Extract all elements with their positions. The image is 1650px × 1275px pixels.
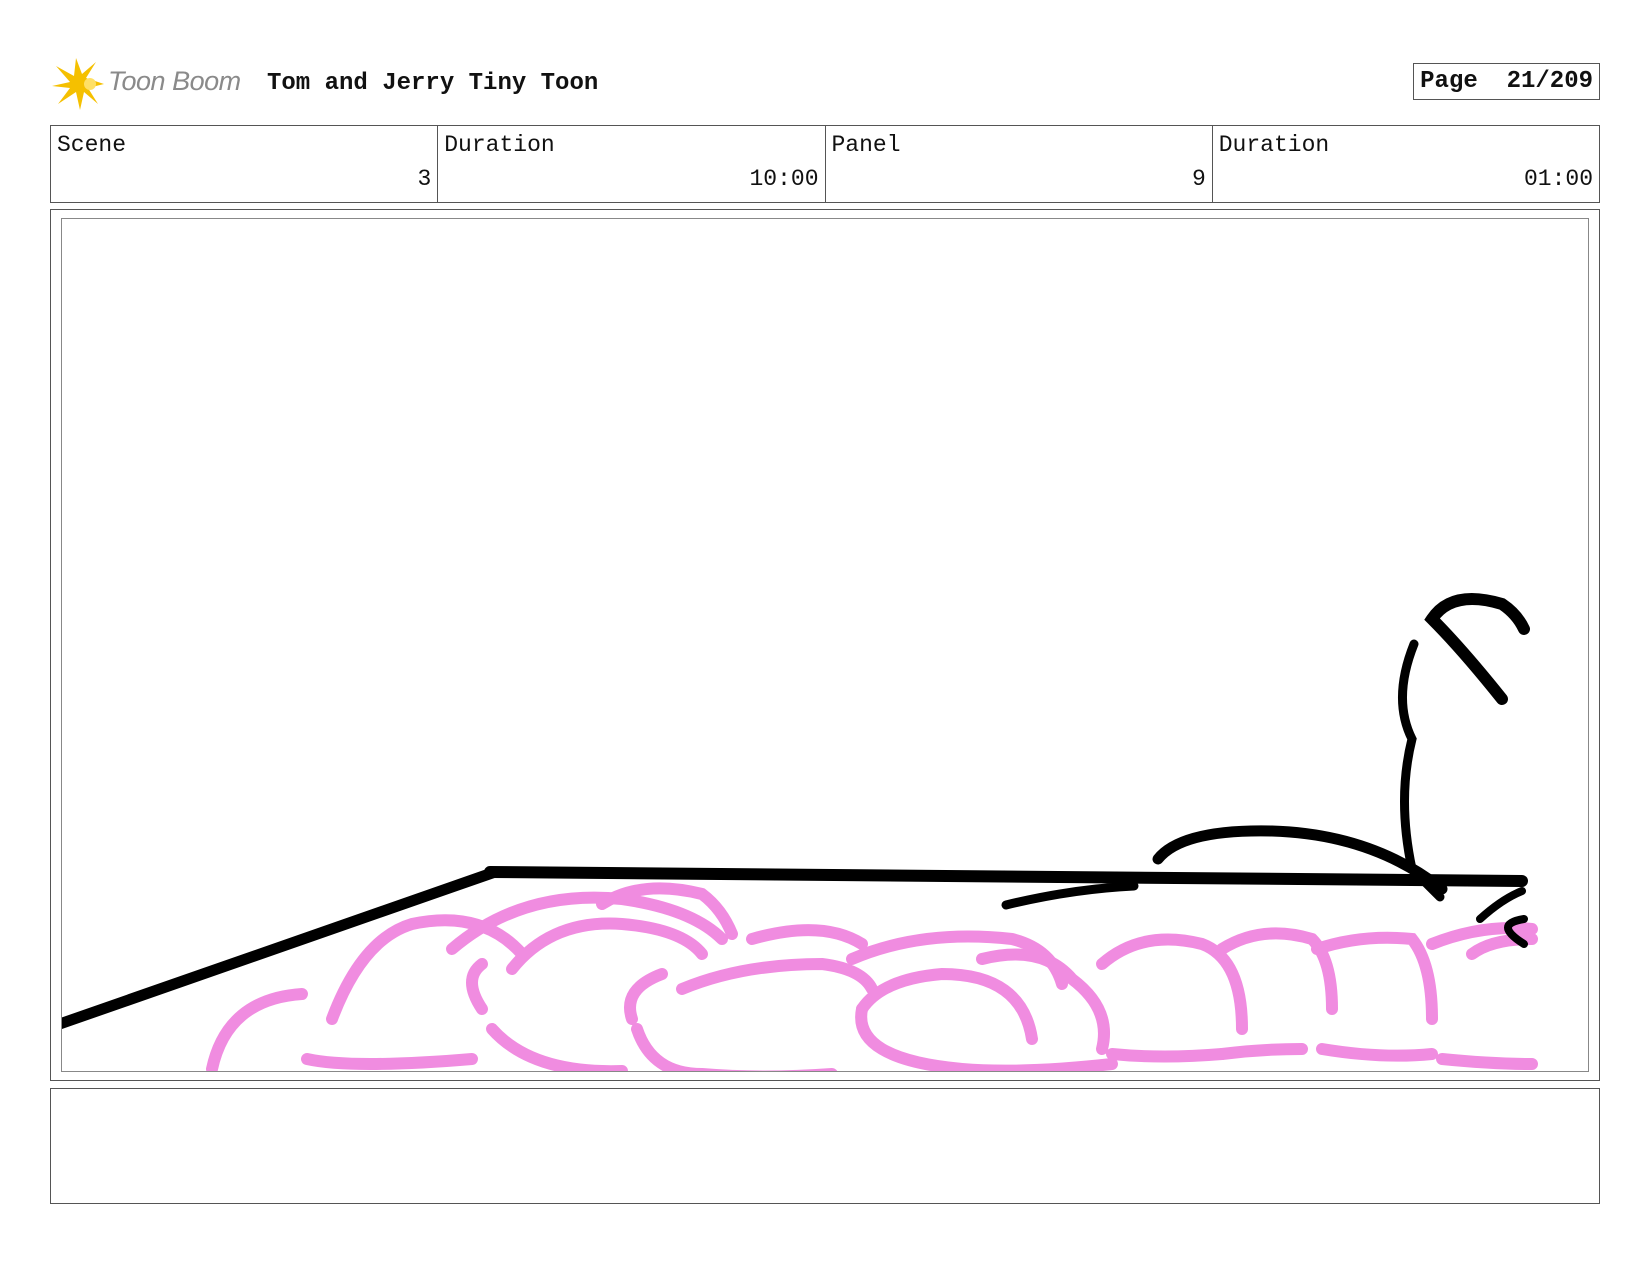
storyboard-header: Toon Boom Tom and Jerry Tiny Toon Page 2…	[52, 58, 1600, 110]
starburst-icon	[52, 58, 104, 110]
page-number: 21/209	[1506, 68, 1593, 95]
project-title: Tom and Jerry Tiny Toon	[267, 70, 599, 97]
sketch-drawing	[62, 593, 1538, 1071]
panel-duration-label: Duration	[1218, 132, 1330, 158]
logo-text: Toon Boom	[108, 66, 241, 96]
panel-drawing-area	[61, 218, 1589, 1072]
scene-info-table: Scene 3 Duration 10:00 Panel 9 Duration …	[50, 125, 1600, 203]
scene-label: Scene	[57, 132, 127, 158]
page-indicator: Page 21/209	[1413, 63, 1600, 100]
page-label: Page	[1420, 68, 1478, 95]
scene-duration-label: Duration	[444, 132, 555, 158]
panel-value: 9	[1191, 166, 1206, 192]
panel-label: Panel	[831, 132, 901, 158]
panel-duration-cell: Duration 01:00	[1213, 126, 1599, 202]
scene-value: 3	[417, 166, 432, 192]
scene-duration-cell: Duration 10:00	[438, 126, 826, 202]
scene-duration-value: 10:00	[749, 166, 819, 192]
panel-cell: Panel 9	[826, 126, 1213, 202]
pink-mounds-sketch	[206, 882, 1538, 1071]
panel-duration-value: 01:00	[1523, 166, 1593, 192]
panel-frame	[50, 209, 1600, 1081]
scene-cell: Scene 3	[51, 126, 439, 202]
toon-boom-logo: Toon Boom	[52, 58, 252, 110]
panel-notes-box	[50, 1088, 1600, 1204]
